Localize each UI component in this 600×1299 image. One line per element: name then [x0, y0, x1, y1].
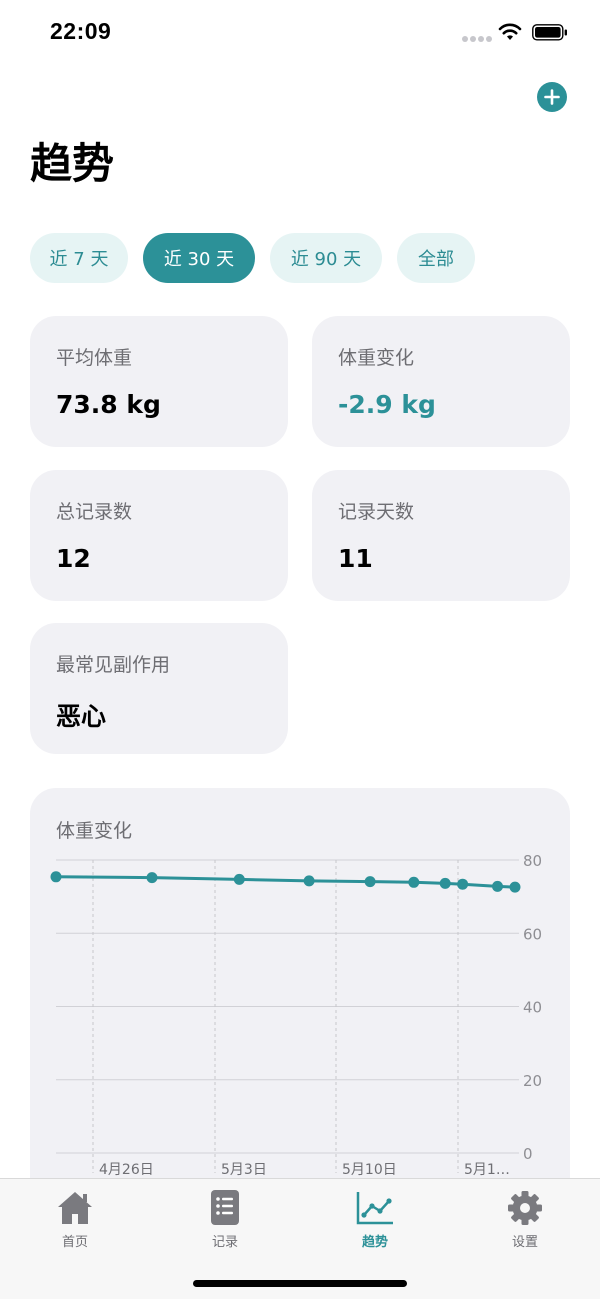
tab-label: 记录	[211, 1235, 238, 1250]
tab-label: 首页	[61, 1235, 88, 1250]
data-point	[492, 880, 503, 892]
page-title: 趋势	[30, 139, 115, 188]
filter-90-days[interactable]: 近 90 天	[270, 233, 382, 283]
tab-label: 设置	[511, 1235, 538, 1250]
plus-icon	[544, 89, 560, 105]
stat-value: 11	[338, 544, 373, 573]
y-tick-label: 0	[523, 1145, 533, 1163]
cellular-signal-icon	[462, 36, 492, 42]
stat-value: 12	[56, 544, 91, 573]
gear-icon	[508, 1191, 542, 1225]
wifi-icon	[498, 23, 522, 40]
stat-label: 总记录数	[56, 501, 133, 523]
stat-card-average-weight: 平均体重 73.8 kg	[30, 316, 288, 447]
data-point	[509, 881, 521, 893]
weight-chart-card: 体重变化 80 60 40 20 0 4月26日 5月3日 5月10日 5月1…	[30, 788, 570, 1208]
tab-settings[interactable]: 设置	[485, 1187, 565, 1251]
status-time: 22:09	[50, 18, 112, 44]
trend-chart-icon	[356, 1192, 393, 1225]
tab-home[interactable]: 首页	[35, 1187, 115, 1251]
stat-card-total-records: 总记录数 12	[30, 470, 288, 601]
data-point	[364, 876, 376, 888]
stat-card-record-days: 记录天数 11	[312, 470, 570, 601]
battery-icon	[532, 24, 567, 41]
filter-all[interactable]: 全部	[397, 233, 475, 283]
stat-value: 恶心	[56, 702, 107, 731]
list-icon	[211, 1190, 239, 1225]
data-point	[233, 873, 245, 885]
y-tick-label: 40	[523, 999, 542, 1017]
x-tick-label: 5月3日	[221, 1162, 267, 1178]
weight-line-chart: 80 60 40 20 0 4月26日 5月3日 5月10日 5月1…	[50, 852, 542, 1178]
tab-records[interactable]: 记录	[185, 1187, 265, 1251]
y-tick-label: 80	[523, 852, 542, 870]
home-indicator	[193, 1280, 407, 1287]
data-point	[50, 871, 62, 883]
stat-value: -2.9 kg	[338, 390, 436, 419]
data-point	[408, 876, 420, 888]
tab-label: 趋势	[361, 1235, 388, 1250]
x-tick-label: 4月26日	[99, 1162, 154, 1178]
data-point	[439, 877, 451, 889]
add-button[interactable]	[537, 82, 567, 112]
filter-7-days[interactable]: 近 7 天	[30, 233, 128, 283]
data-point	[146, 872, 158, 884]
house-icon	[58, 1192, 92, 1224]
x-tick-label: 5月1…	[464, 1162, 510, 1178]
data-point	[303, 875, 315, 887]
y-tick-label: 20	[523, 1072, 542, 1090]
stat-card-weight-change: 体重变化 -2.9 kg	[312, 316, 570, 447]
y-tick-label: 60	[523, 925, 542, 943]
stat-label: 最常见副作用	[56, 654, 171, 676]
data-point	[457, 878, 469, 890]
status-bar: 22:09	[0, 0, 600, 66]
stat-card-common-side-effect: 最常见副作用 恶心	[30, 623, 288, 754]
stat-value: 73.8 kg	[56, 390, 161, 419]
stat-label: 体重变化	[338, 347, 415, 369]
tab-trends[interactable]: 趋势	[335, 1187, 415, 1251]
filter-30-days[interactable]: 近 30 天	[143, 233, 255, 283]
stat-label: 平均体重	[56, 347, 133, 369]
x-tick-label: 5月10日	[342, 1162, 397, 1178]
stat-label: 记录天数	[338, 501, 415, 523]
